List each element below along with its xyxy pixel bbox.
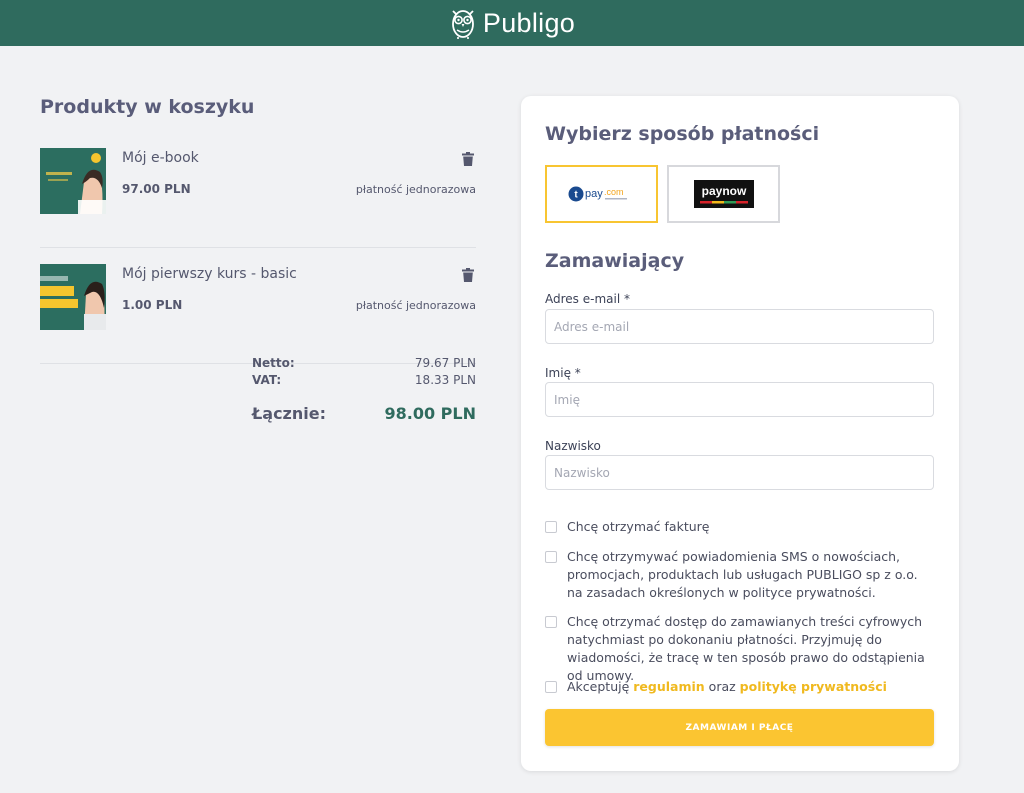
order-totals: Netto: 79.67 PLN VAT: 18.33 PLN Łącznie:… <box>252 356 476 423</box>
vat-label: VAT: <box>252 373 282 387</box>
top-header: Publigo <box>0 0 1024 46</box>
total-value: 98.00 PLN <box>384 404 477 423</box>
cart-title: Produkty w koszyku <box>40 96 255 118</box>
terms-checkbox[interactable] <box>545 681 557 693</box>
last-name-input[interactable] <box>545 455 934 490</box>
ebook-thumbnail[interactable] <box>40 148 106 214</box>
last-name-label: Nazwisko <box>545 439 601 453</box>
product-name[interactable]: Mój pierwszy kurs - basic <box>122 266 297 282</box>
product-price: 1.00 PLN <box>122 298 183 312</box>
paynow-logo-icon: paynow <box>693 180 754 208</box>
total-label: Łącznie: <box>252 404 326 423</box>
digital-content-consent: Chcę otrzymać dostęp do zamawianych treś… <box>545 613 935 685</box>
payment-option-paynow[interactable]: paynow <box>667 165 780 223</box>
first-name-label: Imię * <box>545 366 581 380</box>
first-name-input[interactable] <box>545 382 934 417</box>
email-label: Adres e-mail * <box>545 292 630 306</box>
privacy-policy-link[interactable]: politykę prywatności <box>740 679 887 694</box>
product-price: 97.00 PLN <box>122 182 191 196</box>
owl-logo-icon <box>452 10 474 39</box>
sms-consent-text: Chcę otrzymywać powiadomienia SMS o nowo… <box>567 549 918 600</box>
svg-text:pay: pay <box>585 188 603 200</box>
invoice-consent-text: Chcę otrzymać fakturę <box>567 519 710 534</box>
tpay-logo-icon: t pay .com <box>568 186 627 202</box>
trash-icon[interactable] <box>462 152 474 166</box>
email-input[interactable] <box>545 309 934 344</box>
cart-section: Produkty w koszyku Mój e-book 97.00 PLN … <box>40 96 476 423</box>
payment-option-tpay[interactable]: t pay .com <box>545 165 658 223</box>
vat-value: 18.33 PLN <box>414 373 476 387</box>
cart-item: Mój e-book 97.00 PLN płatność jednorazow… <box>40 148 476 248</box>
sms-consent: Chcę otrzymywać powiadomienia SMS o nowo… <box>545 548 935 602</box>
net-label: Netto: <box>252 356 295 370</box>
terms-consent-text: Akceptuję regulamin oraz politykę prywat… <box>567 678 887 696</box>
brand-name: Publigo <box>482 7 576 38</box>
trash-icon[interactable] <box>462 268 474 282</box>
terms-prefix: Akceptuję <box>567 679 630 694</box>
svg-text:paynow: paynow <box>701 184 746 198</box>
order-and-pay-button[interactable]: ZAMAWIAM I PŁACĘ <box>545 709 934 746</box>
invoice-consent: Chcę otrzymać fakturę <box>545 518 935 536</box>
terms-connector: oraz <box>708 679 736 694</box>
digital-content-consent-text: Chcę otrzymać dostęp do zamawianych treś… <box>567 614 925 683</box>
digital-content-checkbox[interactable] <box>545 616 557 628</box>
checkout-card: Wybierz sposób płatności t pay .com payn… <box>521 96 959 771</box>
cart-item: Mój pierwszy kurs - basic 1.00 PLN płatn… <box>40 264 476 364</box>
payment-type: płatność jednorazowa <box>355 299 476 312</box>
course-thumbnail[interactable] <box>40 264 106 330</box>
terms-consent: Akceptuję regulamin oraz politykę prywat… <box>545 678 935 696</box>
svg-text:.com: .com <box>604 187 624 197</box>
sms-checkbox[interactable] <box>545 551 557 563</box>
product-name[interactable]: Mój e-book <box>122 150 199 166</box>
payment-type: płatność jednorazowa <box>355 183 476 196</box>
brand-logo[interactable]: Publigo <box>449 6 575 40</box>
terms-link[interactable]: regulamin <box>633 679 704 694</box>
net-value: 79.67 PLN <box>414 356 476 370</box>
invoice-checkbox[interactable] <box>545 521 557 533</box>
payment-method-title: Wybierz sposób płatności <box>545 123 820 145</box>
customer-title: Zamawiający <box>545 250 685 272</box>
